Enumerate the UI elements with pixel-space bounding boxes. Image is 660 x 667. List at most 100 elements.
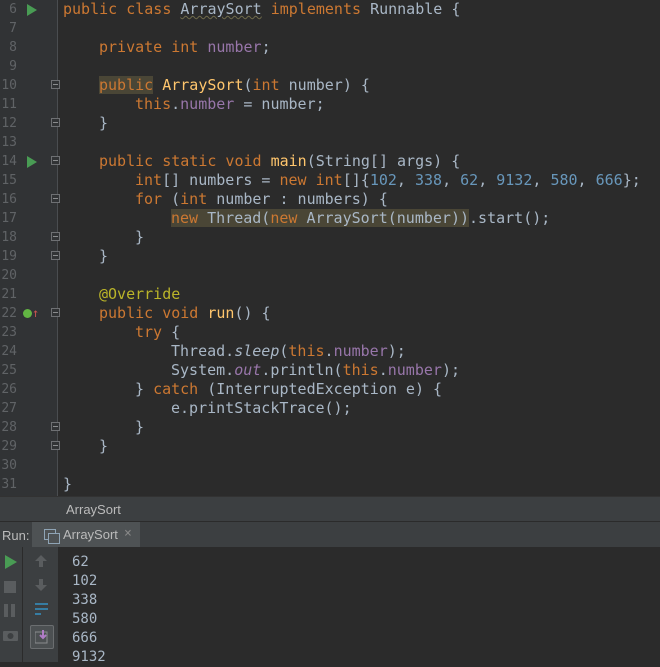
fold-marker-icon[interactable] [51, 194, 60, 203]
code-text: public void run() { [99, 304, 271, 323]
line-number: 13 [1, 135, 17, 150]
code-line[interactable]: 19} [0, 247, 660, 266]
code-token: 338 [414, 171, 443, 189]
code-token: []{ [342, 171, 370, 189]
code-token: int [252, 76, 280, 94]
code-token: } [99, 247, 109, 265]
code-token: Runnable { [370, 0, 461, 18]
code-text: public static void main(String[] args) { [99, 152, 460, 171]
fold-marker-icon[interactable] [51, 232, 60, 241]
scroll-to-end-button[interactable] [30, 625, 54, 649]
code-line[interactable]: 11 this.number = number; [0, 95, 660, 114]
breadcrumb-item[interactable]: ArraySort [66, 502, 121, 517]
code-token: ( [243, 76, 253, 94]
fold-marker-icon[interactable] [51, 441, 60, 450]
run-console[interactable]: 62 102 338 580 666 9132 [0, 547, 660, 665]
line-number: 18 [1, 230, 17, 245]
line-number: 6 [9, 2, 17, 17]
code-line[interactable]: 12} [0, 114, 660, 133]
run-tab-arraysort[interactable]: ArraySort × [32, 522, 140, 548]
code-token: (InterruptedException e) { [198, 380, 443, 398]
code-line[interactable]: 15 int[] numbers = new int[]{102, 338, 62… [0, 171, 660, 190]
code-line[interactable]: 6 public class ArraySort implements Runna… [0, 0, 660, 19]
code-text: System.out.println(this.number); [171, 361, 460, 380]
code-line[interactable]: 28} [0, 418, 660, 437]
rerun-icon[interactable] [4, 555, 18, 569]
up-arrow-icon[interactable] [35, 555, 47, 567]
line-number: 11 [1, 97, 17, 112]
code-token: private int [99, 38, 208, 56]
soft-wrap-icon[interactable] [34, 602, 49, 616]
code-line[interactable]: 10 public ArraySort(int number) { [0, 76, 660, 95]
code-token: main [270, 152, 307, 170]
run-label: Run: [2, 528, 30, 543]
line-number: 29 [1, 439, 17, 454]
fold-marker-icon[interactable] [51, 251, 60, 260]
override-arrow-icon[interactable]: ↑ [32, 306, 39, 320]
code-line[interactable]: 17 new Thread(new ArraySort(number)).star… [0, 209, 660, 228]
fold-marker-icon[interactable] [51, 118, 60, 127]
code-text: } [135, 228, 144, 247]
run-gutter-icon[interactable] [27, 4, 37, 16]
fold-marker-icon[interactable] [51, 80, 60, 89]
code-token: { [162, 323, 181, 341]
line-number: 7 [9, 21, 17, 36]
code-token: ; [261, 38, 271, 56]
code-line[interactable]: 30 [0, 456, 660, 475]
code-line[interactable]: 20 [0, 266, 660, 285]
run-tool-window-header: Run: ArraySort × [0, 521, 660, 548]
code-token: System. [171, 361, 235, 379]
line-number: 20 [1, 268, 17, 283]
code-line[interactable]: 9 [0, 57, 660, 76]
code-line[interactable]: 18} [0, 228, 660, 247]
code-line[interactable]: 29} [0, 437, 660, 456]
code-line[interactable]: 24 Thread.sleep(this.number); [0, 342, 660, 361]
console-output-line: 62 [72, 554, 89, 570]
line-number: 17 [1, 211, 17, 226]
code-token: Thread. [171, 342, 235, 360]
code-token: try [135, 323, 163, 341]
code-token: (String[] args) { [306, 152, 461, 170]
line-number: 9 [9, 59, 17, 74]
code-token: public class [63, 0, 181, 18]
code-token: ( [162, 190, 181, 208]
code-text: Thread.sleep(this.number); [171, 342, 406, 361]
code-token: new [270, 209, 307, 227]
line-number: 30 [1, 458, 17, 473]
fold-marker-icon[interactable] [51, 308, 60, 317]
code-line[interactable]: 23 try { [0, 323, 660, 342]
run-tab-label: ArraySort [63, 527, 118, 542]
code-line[interactable]: 8 private int number; [0, 38, 660, 57]
code-line[interactable]: 22 ↑ public void run() { [0, 304, 660, 323]
code-line[interactable]: 21 @Override [0, 285, 660, 304]
stop-icon[interactable] [4, 581, 16, 593]
line-number: 19 [1, 249, 17, 264]
fold-marker-icon[interactable] [51, 422, 60, 431]
code-text: } catch (InterruptedException e) { [135, 380, 442, 399]
fold-marker-icon[interactable] [51, 156, 60, 165]
code-token: } [135, 418, 145, 436]
code-line[interactable]: 25 System.out.println(this.number); [0, 361, 660, 380]
run-gutter-icon[interactable] [27, 156, 37, 168]
code-line[interactable]: 7 [0, 19, 660, 38]
code-token: } [135, 228, 145, 246]
code-line[interactable]: 13 [0, 133, 660, 152]
code-token: new [171, 209, 208, 227]
down-arrow-icon[interactable] [35, 579, 47, 591]
code-token: public void [99, 304, 208, 322]
camera-icon[interactable] [3, 629, 18, 641]
code-line[interactable]: 14 public static void main(String[] args)… [0, 152, 660, 171]
code-line[interactable]: 27 e.printStackTrace(); [0, 399, 660, 418]
code-editor[interactable]: 6 public class ArraySort implements Runna… [0, 0, 660, 496]
code-line[interactable]: 31} [0, 475, 660, 494]
code-token: int [180, 190, 208, 208]
code-token: out [234, 361, 262, 379]
close-tab-icon[interactable]: × [124, 526, 132, 541]
code-text: } [99, 247, 108, 266]
code-token: } [63, 475, 73, 493]
implements-method-icon[interactable] [23, 309, 32, 318]
pause-icon[interactable] [4, 604, 16, 617]
code-line[interactable]: 16 for (int number : numbers) { [0, 190, 660, 209]
code-token: . [171, 95, 181, 113]
code-line[interactable]: 26} catch (InterruptedException e) { [0, 380, 660, 399]
